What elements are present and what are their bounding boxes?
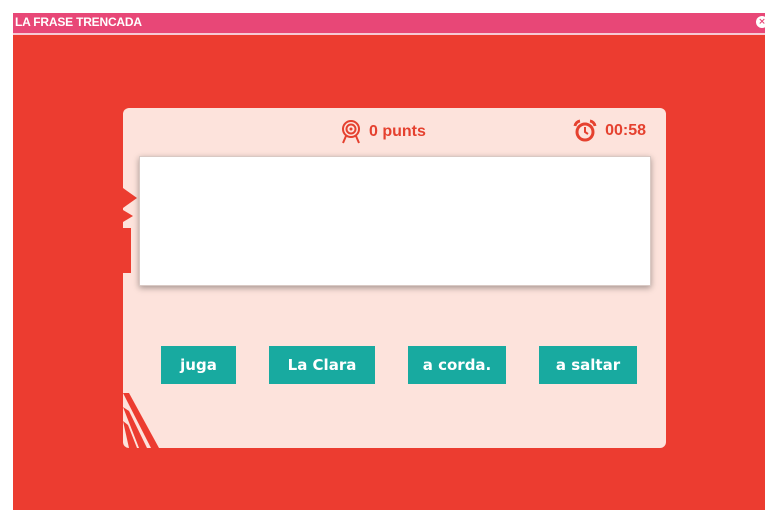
score-text: 0 punts (369, 123, 426, 140)
alarm-clock-icon (573, 119, 597, 142)
word-tile-la-clara[interactable]: La Clara (269, 346, 375, 384)
word-tile-a-corda[interactable]: a corda. (408, 346, 506, 384)
score-display: 0 punts (341, 120, 426, 144)
title-bar: LA FRASE TRENCADA × (13, 13, 765, 35)
word-tile-juga[interactable]: juga (161, 346, 236, 384)
timer-text: 00:58 (605, 122, 646, 139)
window-title: LA FRASE TRENCADA (15, 15, 142, 29)
close-icon[interactable]: × (756, 16, 765, 28)
word-tile-a-saltar[interactable]: a saltar (539, 346, 637, 384)
target-icon (342, 120, 360, 144)
decorative-stripes-bottom (123, 393, 159, 448)
sentence-drop-area[interactable] (139, 156, 651, 286)
game-panel: 0 punts 00:58 juga La Clara a corda. a s… (123, 108, 666, 448)
timer-display: 00:58 (572, 119, 646, 143)
game-window: LA FRASE TRENCADA × 0 punts 00:58 juga L… (13, 13, 765, 510)
